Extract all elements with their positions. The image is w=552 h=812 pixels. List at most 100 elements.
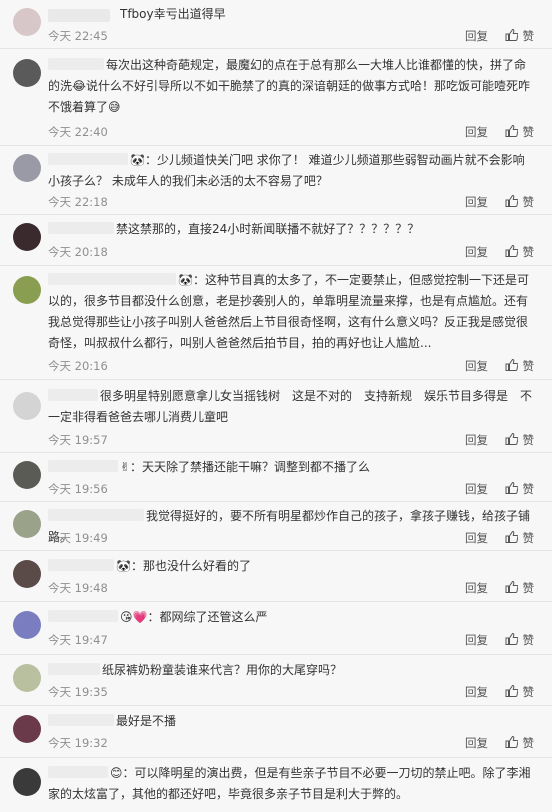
avatar[interactable] bbox=[13, 611, 41, 639]
comment-feed: Tfboy幸亏出道得早 今天 22:45 回复 赞 每次出这种奇葩规定，最魔幻的… bbox=[0, 0, 552, 812]
comment-text: 最好是不播 bbox=[48, 711, 534, 732]
comment-item: 🐼：少儿频道快关门吧 求你了！ 难道少儿频道那些弱智动画片就不会影响小孩子么？ … bbox=[0, 146, 552, 215]
username[interactable] bbox=[48, 509, 144, 521]
comment-item: 😊：可以降明星的演出费，但是有些亲子节目不必要一刀切的禁止吧。除了李湘家的太炫富… bbox=[0, 758, 552, 812]
comment-time: 今天 19:35 bbox=[48, 685, 108, 699]
comment-text: 纸尿裤奶粉童装谁来代言？用你的大尾穿吗？ bbox=[48, 660, 534, 681]
like-button[interactable]: 赞 bbox=[505, 481, 534, 497]
comment-item: 禁这禁那的，直接24小时新闻联播不就好了？？？？？？ 今天 20:18 回复 赞 bbox=[0, 215, 552, 266]
reply-button[interactable]: 回复 bbox=[465, 124, 488, 140]
thumbs-up-icon bbox=[505, 433, 518, 445]
thumbs-up-icon bbox=[505, 685, 518, 697]
username[interactable] bbox=[48, 58, 104, 70]
comment-text: 我觉得挺好的，要不所有明星都炒作自己的孩子，拿孩子赚钱，给孩子铺路。 bbox=[48, 509, 531, 544]
comment-item: 最好是不播 今天 19:32 回复 赞 bbox=[0, 706, 552, 758]
reply-button[interactable]: 回复 bbox=[465, 28, 488, 44]
like-button[interactable]: 赞 bbox=[505, 632, 534, 648]
username[interactable] bbox=[48, 559, 114, 571]
avatar[interactable] bbox=[13, 768, 41, 796]
reply-button[interactable]: 回复 bbox=[465, 432, 488, 448]
comment-item: 每次出这种奇葩规定，最魔幻的点在于总有那么一大堆人比谁都懂的快，拼了命的洗😂说什… bbox=[0, 49, 552, 146]
thumbs-up-icon bbox=[505, 195, 518, 207]
username[interactable] bbox=[48, 714, 114, 726]
thumbs-up-icon bbox=[505, 359, 518, 371]
comment-text: Tfboy幸亏出道得早 bbox=[120, 7, 226, 21]
comment-item: 🐼：那也没什么好看的了 今天 19:48 回复 赞 bbox=[0, 551, 552, 602]
like-button[interactable]: 赞 bbox=[505, 684, 534, 700]
avatar[interactable] bbox=[13, 715, 41, 743]
reply-button[interactable]: 回复 bbox=[465, 358, 488, 374]
thumbs-up-icon bbox=[505, 736, 518, 748]
thumbs-up-icon bbox=[505, 581, 518, 593]
thumbs-up-icon bbox=[505, 29, 518, 41]
like-button[interactable]: 赞 bbox=[505, 530, 534, 546]
comment-item: 很多明星特别愿意拿儿女当摇钱树 这是不对的 支持新规 娱乐节目多得是 不一定非得… bbox=[0, 380, 552, 453]
comment-time: 今天 22:45 bbox=[48, 29, 108, 43]
like-button[interactable]: 赞 bbox=[505, 194, 534, 210]
thumbs-up-icon bbox=[505, 245, 518, 257]
thumbs-up-icon bbox=[505, 531, 518, 543]
comment-item: 纸尿裤奶粉童装谁来代言？用你的大尾穿吗？ 今天 19:35 回复 赞 bbox=[0, 655, 552, 706]
reply-button[interactable]: 回复 bbox=[465, 580, 488, 596]
comment-item: 😘💗：都网综了还管这么严 今天 19:47 回复 赞 bbox=[0, 602, 552, 655]
comment-item: ✌：天天除了禁播还能干嘛？调整到都不播了么 今天 19:56 回复 赞 bbox=[0, 453, 552, 502]
like-button[interactable]: 赞 bbox=[505, 432, 534, 448]
comment-time: 今天 22:18 bbox=[48, 195, 108, 209]
thumbs-up-icon bbox=[505, 482, 518, 494]
reply-button[interactable]: 回复 bbox=[465, 632, 488, 648]
like-button[interactable]: 赞 bbox=[505, 124, 534, 140]
avatar[interactable] bbox=[13, 276, 41, 304]
reply-button[interactable]: 回复 bbox=[465, 684, 488, 700]
reply-button[interactable]: 回复 bbox=[465, 244, 488, 260]
comment-time: 今天 19:57 bbox=[48, 433, 108, 447]
username[interactable] bbox=[48, 273, 176, 285]
like-button[interactable]: 赞 bbox=[505, 28, 534, 44]
thumbs-up-icon bbox=[505, 125, 518, 137]
username[interactable] bbox=[48, 663, 100, 675]
reply-button[interactable]: 回复 bbox=[465, 481, 488, 497]
comment-time: 今天 19:49 bbox=[48, 531, 108, 545]
avatar[interactable] bbox=[13, 8, 41, 36]
username[interactable] bbox=[48, 9, 110, 22]
username[interactable] bbox=[48, 222, 114, 234]
reply-button[interactable]: 回复 bbox=[465, 735, 488, 751]
comment-item: Tfboy幸亏出道得早 今天 22:45 回复 赞 bbox=[0, 0, 552, 49]
username[interactable] bbox=[48, 460, 118, 472]
reply-button[interactable]: 回复 bbox=[465, 530, 488, 546]
username[interactable] bbox=[48, 610, 118, 622]
avatar[interactable] bbox=[13, 560, 41, 588]
username[interactable] bbox=[48, 153, 128, 165]
avatar[interactable] bbox=[13, 461, 41, 489]
like-button[interactable]: 赞 bbox=[505, 244, 534, 260]
avatar[interactable] bbox=[13, 664, 41, 692]
comment-text: 🐼：少儿频道快关门吧 求你了！ 难道少儿频道那些弱智动画片就不会影响小孩子么？ … bbox=[48, 153, 525, 188]
like-button[interactable]: 赞 bbox=[505, 735, 534, 751]
comment-text: 🐼：那也没什么好看的了 bbox=[48, 556, 534, 577]
like-button[interactable]: 赞 bbox=[505, 580, 534, 596]
comment-time: 今天 20:16 bbox=[48, 359, 108, 373]
comment-item: 我觉得挺好的，要不所有明星都炒作自己的孩子，拿孩子赚钱，给孩子铺路。 今天 19… bbox=[0, 502, 552, 551]
like-button[interactable]: 赞 bbox=[505, 358, 534, 374]
comment-text: 每次出这种奇葩规定，最魔幻的点在于总有那么一大堆人比谁都懂的快，拼了命的洗😂说什… bbox=[48, 58, 531, 114]
comment-time: 今天 19:56 bbox=[48, 482, 108, 496]
avatar[interactable] bbox=[13, 154, 41, 182]
reply-button[interactable]: 回复 bbox=[465, 194, 488, 210]
thumbs-up-icon bbox=[505, 633, 518, 645]
comment-text: 很多明星特别愿意拿儿女当摇钱树 这是不对的 支持新规 娱乐节目多得是 不一定非得… bbox=[48, 389, 533, 424]
comment-text: 😊：可以降明星的演出费，但是有些亲子节目不必要一刀切的禁止吧。除了李湘家的太炫富… bbox=[48, 766, 531, 801]
avatar[interactable] bbox=[13, 392, 41, 420]
avatar[interactable] bbox=[13, 510, 41, 538]
comment-time: 今天 19:47 bbox=[48, 633, 108, 647]
comment-text: 😘💗：都网综了还管这么严 bbox=[48, 607, 534, 628]
comment-time: 今天 19:32 bbox=[48, 736, 108, 750]
avatar[interactable] bbox=[13, 223, 41, 251]
comment-time: 今天 19:48 bbox=[48, 581, 108, 595]
username[interactable] bbox=[48, 766, 108, 778]
comment-item: 🐼：这种节目真的太多了，不一定要禁止，但感觉控制一下还是可以的，很多节目都没什么… bbox=[0, 266, 552, 380]
comment-text: ✌：天天除了禁播还能干嘛？调整到都不播了么 bbox=[48, 457, 534, 478]
comment-time: 今天 22:40 bbox=[48, 125, 108, 139]
comment-text: 🐼：这种节目真的太多了，不一定要禁止，但感觉控制一下还是可以的，很多节目都没什么… bbox=[48, 273, 529, 350]
comment-text: 禁这禁那的，直接24小时新闻联播不就好了？？？？？？ bbox=[48, 219, 534, 240]
username[interactable] bbox=[48, 389, 98, 401]
avatar[interactable] bbox=[13, 59, 41, 87]
